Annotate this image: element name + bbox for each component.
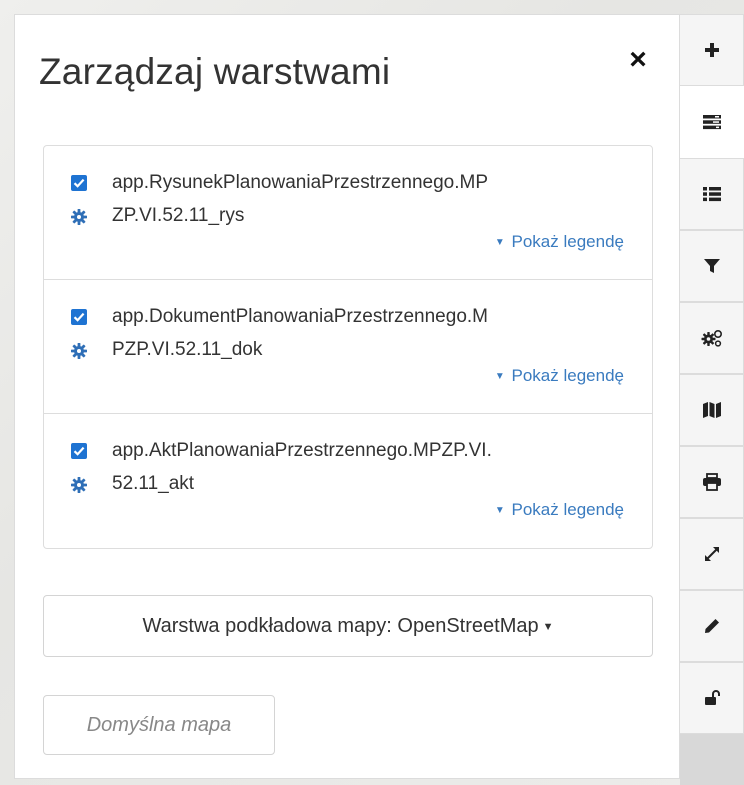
layer-item: app.DokumentPlanowaniaPrzestrzennego.MPZ… bbox=[44, 280, 652, 414]
layer-name: app.DokumentPlanowaniaPrzestrzennego.MPZ… bbox=[112, 306, 488, 360]
layer-name: app.AktPlanowaniaPrzestrzennego.MPZP.VI.… bbox=[112, 440, 492, 494]
toolbar-filter[interactable] bbox=[680, 230, 744, 302]
show-legend-link[interactable]: ▼ Pokaż legendę bbox=[495, 500, 624, 520]
show-legend-link[interactable]: ▼ Pokaż legendę bbox=[495, 366, 624, 386]
show-legend-label: Pokaż legendę bbox=[511, 232, 624, 251]
plus-icon bbox=[704, 43, 719, 57]
toolbar-lock[interactable] bbox=[680, 662, 744, 734]
layer-manager-panel: Zarządzaj warstwami × app.RysunekPlanowa… bbox=[14, 14, 680, 779]
print-icon bbox=[702, 473, 721, 491]
toolbar-list[interactable] bbox=[680, 158, 744, 230]
gear-icon[interactable] bbox=[70, 342, 88, 360]
toolbar-settings[interactable] bbox=[680, 302, 744, 374]
layer-checkbox[interactable] bbox=[71, 175, 87, 191]
layer-item: app.AktPlanowaniaPrzestrzennego.MPZP.VI.… bbox=[44, 414, 652, 548]
pencil-icon bbox=[704, 619, 719, 633]
toolbar-layers[interactable] bbox=[680, 86, 744, 158]
close-button[interactable]: × bbox=[624, 45, 652, 77]
show-legend-label: Pokaż legendę bbox=[511, 366, 624, 385]
list-icon bbox=[702, 187, 721, 202]
caret-down-icon: ▼ bbox=[494, 505, 505, 517]
layers-icon bbox=[702, 115, 721, 130]
check-icon bbox=[73, 446, 85, 456]
default-map-button[interactable]: Domyślna mapa bbox=[43, 695, 275, 755]
toolbar-map[interactable] bbox=[680, 374, 744, 446]
panel-title: Zarządzaj warstwami bbox=[39, 51, 391, 92]
gear-icon[interactable] bbox=[70, 476, 88, 494]
toolbar-draw[interactable] bbox=[680, 590, 744, 662]
filter-icon bbox=[703, 259, 720, 273]
map-icon bbox=[702, 402, 721, 418]
expand-icon bbox=[704, 547, 719, 561]
show-legend-link[interactable]: ▼ Pokaż legendę bbox=[495, 232, 624, 252]
show-legend-label: Pokaż legendę bbox=[511, 500, 624, 519]
check-icon bbox=[73, 178, 85, 188]
layer-checkbox[interactable] bbox=[71, 309, 87, 325]
layer-name: app.RysunekPlanowaniaPrzestrzennego.MPZP… bbox=[112, 172, 488, 226]
layer-checkbox[interactable] bbox=[71, 443, 87, 459]
basemap-dropdown[interactable]: Warstwa podkładowa mapy: OpenStreetMap ▼ bbox=[43, 595, 653, 657]
check-icon bbox=[73, 312, 85, 322]
map-toolbar bbox=[680, 14, 744, 734]
toolbar-footer bbox=[680, 734, 744, 785]
gear-icon[interactable] bbox=[70, 208, 88, 226]
basemap-label: Warstwa podkładowa mapy: OpenStreetMap bbox=[142, 615, 539, 637]
caret-down-icon: ▼ bbox=[494, 237, 505, 249]
layer-list: app.RysunekPlanowaniaPrzestrzennego.MPZP… bbox=[43, 145, 653, 549]
unlock-icon bbox=[704, 690, 720, 705]
toolbar-print[interactable] bbox=[680, 446, 744, 518]
toolbar-fullscreen[interactable] bbox=[680, 518, 744, 590]
gears-icon bbox=[701, 329, 722, 347]
caret-down-icon: ▼ bbox=[542, 620, 554, 633]
caret-down-icon: ▼ bbox=[494, 371, 505, 383]
toolbar-zoom-in[interactable] bbox=[680, 14, 744, 86]
layer-item: app.RysunekPlanowaniaPrzestrzennego.MPZP… bbox=[44, 146, 652, 280]
